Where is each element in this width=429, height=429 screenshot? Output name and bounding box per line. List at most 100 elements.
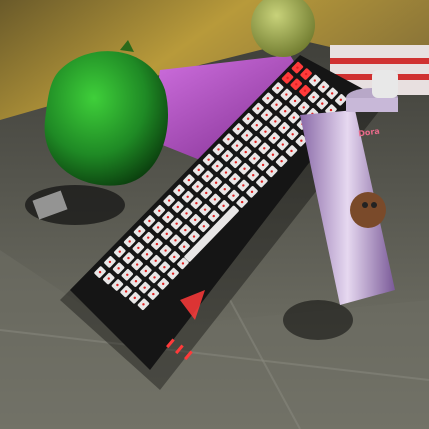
key-legend [185,212,188,215]
key-legend [124,290,128,293]
key-legend [127,256,130,260]
green-bell-pepper [44,51,168,186]
key-legend [128,240,131,243]
key-legend [302,106,305,109]
key-legend [283,109,287,113]
scene-illustration [0,0,429,429]
key-legend [165,232,168,236]
key-legend [174,239,177,242]
key-legend [227,138,230,141]
key-legend [98,270,102,274]
key-legend [265,113,268,117]
key-legend [138,230,141,233]
key-legend [312,95,315,99]
key-legend [158,209,161,212]
key-legend [292,116,296,119]
key-legend [184,228,187,232]
key-legend [143,286,146,289]
key-legend [256,107,260,110]
key-legend [133,296,136,300]
key-legend [270,170,273,173]
key-legend [181,262,185,265]
key-legend [145,253,149,256]
key-legend [175,222,178,225]
key-legend [107,277,110,280]
key-legend [250,190,254,194]
key-legend [242,184,245,187]
key-legend [167,199,171,202]
key-legend [135,263,139,266]
key-legend [264,130,267,133]
key-legend [260,180,264,183]
key-legend [223,188,226,191]
key-legend [291,133,294,136]
key-legend [155,242,159,246]
key-legend [213,198,217,201]
key-legend [237,127,240,131]
key-legend [243,167,246,170]
key-legend [293,99,297,103]
key-legend [206,175,209,178]
key-legend [261,163,265,167]
key-legend [245,134,249,137]
key-legend [117,267,120,270]
photo-scene: Dora [0,0,429,429]
key-legend [202,225,206,228]
key-legend [153,276,156,279]
key-legend [216,164,219,168]
key-legend [163,266,166,269]
key-legend [296,66,299,69]
key-legend [176,205,180,209]
key-legend [193,218,197,222]
key-legend [252,173,255,177]
key-legend [152,292,155,296]
key-legend [118,250,121,253]
key-legend [186,195,189,198]
key-legend [282,126,286,130]
key-legend [196,185,199,188]
key-legend [281,143,285,146]
key-legend [225,154,229,158]
key-legend [134,280,138,283]
key-legend [164,249,167,252]
key-legend [116,283,119,287]
key-legend [244,150,247,154]
key-legend [205,191,208,195]
key-legend [203,208,207,211]
key-legend [313,79,316,82]
key-legend [304,72,308,76]
key-legend [197,168,200,172]
key-legend [290,149,293,153]
key-legend [300,139,303,142]
key-legend [156,226,160,229]
key-legend [295,83,298,86]
key-legend [255,124,258,127]
key-legend [285,93,288,96]
key-legend [286,76,289,80]
key-legend [182,245,186,248]
key-legend [271,153,275,156]
key-legend [266,97,270,100]
key-legend [329,108,333,112]
can-character-face [350,192,386,228]
spray-can-cap [372,70,398,98]
key-legend [212,214,215,218]
key-legend [173,255,176,259]
key-legend [275,103,278,106]
key-legend [148,219,151,223]
key-legend [144,269,148,273]
key-legend [147,236,150,239]
key-legend [274,120,277,123]
key-legend [303,89,307,92]
key-legend [192,235,196,238]
key-legend [276,86,279,90]
key-legend [280,159,283,163]
key-legend [224,171,228,174]
key-legend [154,259,157,262]
key-legend [171,272,175,275]
key-legend [207,158,210,161]
key-legend [322,85,325,89]
key-legend [161,282,165,286]
key-legend [234,161,238,164]
key-legend [222,204,225,208]
